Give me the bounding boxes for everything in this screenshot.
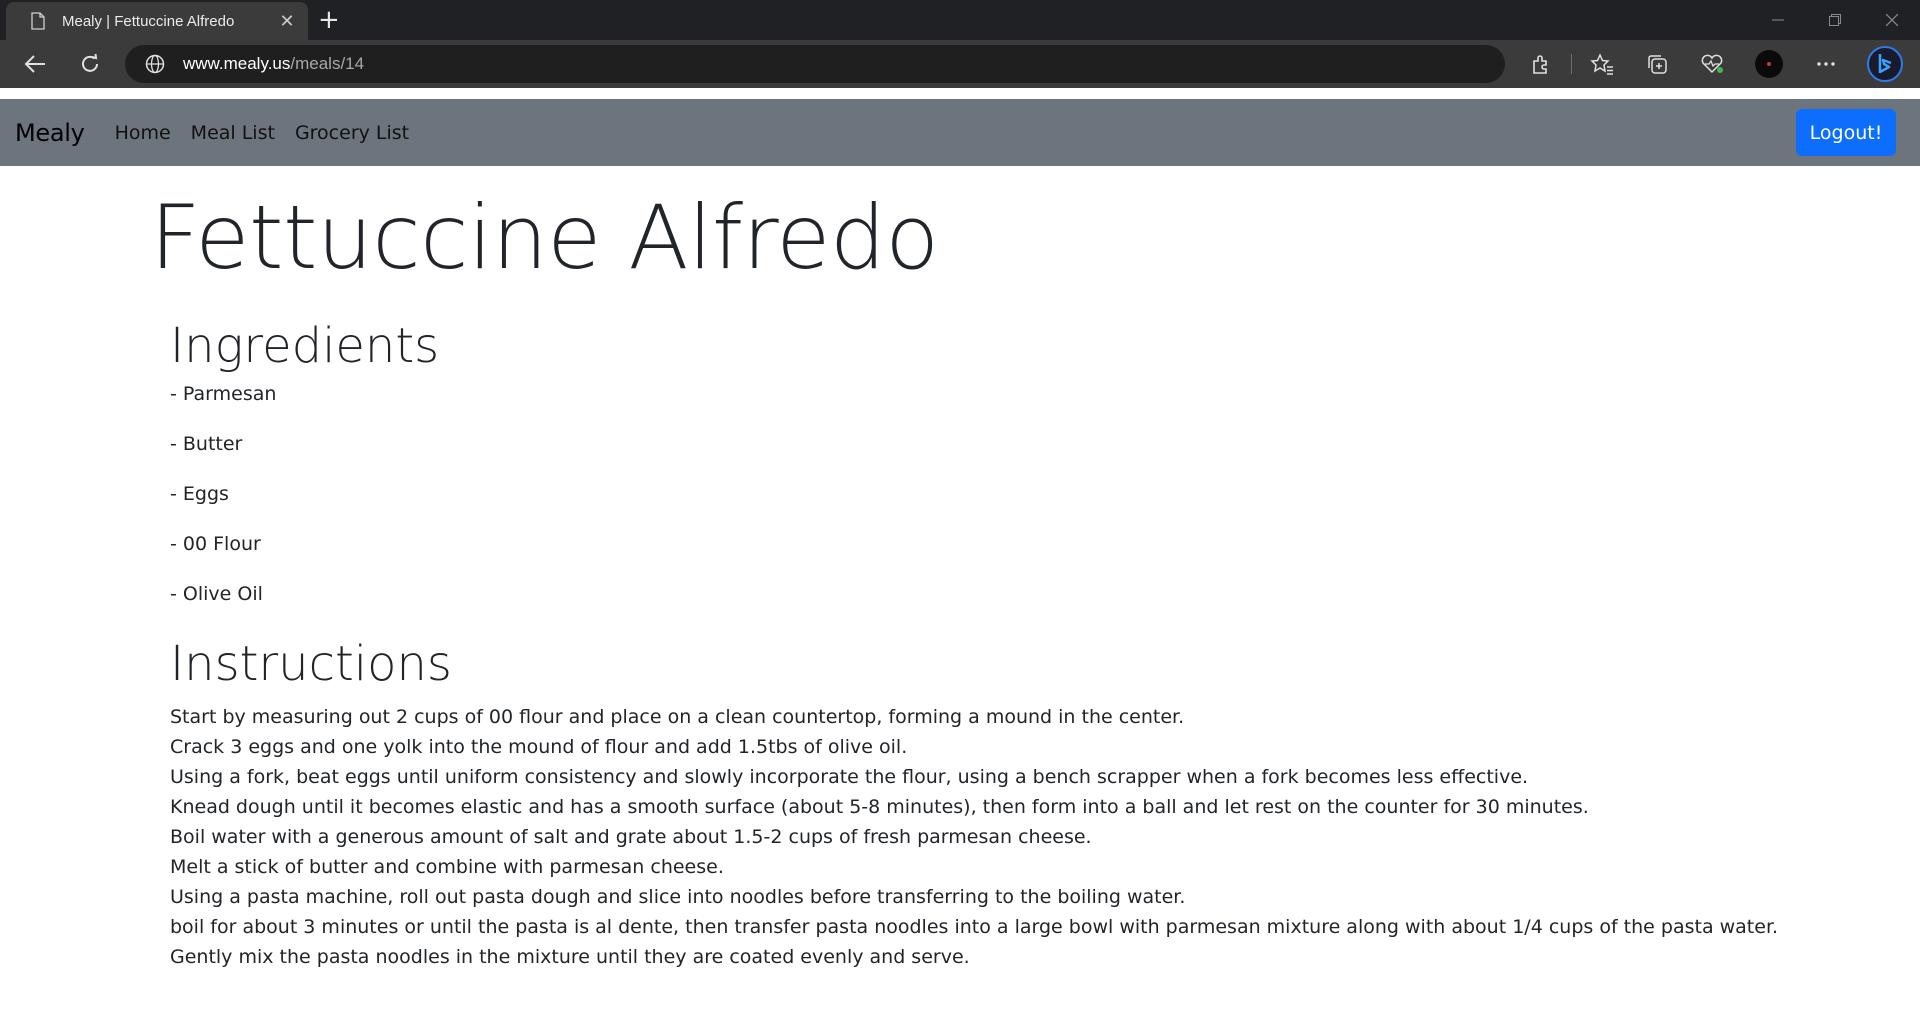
collections-icon[interactable] xyxy=(1643,50,1671,78)
instructions-section: Instructions Start by measuring out 2 cu… xyxy=(170,636,1778,972)
instruction-step: Knead dough until it becomes elastic and… xyxy=(170,796,1589,818)
brand-logo[interactable]: Mealy xyxy=(15,119,85,147)
globe-icon xyxy=(145,54,165,74)
extensions-icon[interactable] xyxy=(1527,50,1555,78)
instruction-step: boil for about 3 minutes or until the pa… xyxy=(170,916,1779,938)
window-controls xyxy=(1749,0,1920,40)
nav-link-home[interactable]: Home xyxy=(115,122,171,144)
refresh-icon[interactable] xyxy=(76,50,104,78)
instruction-step: Using a pasta machine, roll out pasta do… xyxy=(170,886,1186,908)
instructions-heading: Instructions xyxy=(170,636,452,692)
new-tab-icon[interactable]: + xyxy=(318,6,340,34)
bing-chat-icon[interactable] xyxy=(1867,46,1903,82)
instruction-step: Crack 3 eggs and one yolk into the mound… xyxy=(170,736,908,758)
nav-link-meal-list[interactable]: Meal List xyxy=(191,122,275,144)
browser-toolbar: www.mealy.us/meals/14 xyxy=(0,40,1920,88)
instruction-step: Gently mix the pasta noodles in the mixt… xyxy=(170,946,970,968)
nav-links: Home Meal List Grocery List xyxy=(115,122,430,144)
close-window-icon[interactable] xyxy=(1863,0,1920,40)
instruction-step: Boil water with a generous amount of sal… xyxy=(170,826,1092,848)
ingredient-item: - Olive Oil xyxy=(170,583,263,605)
minimize-icon[interactable] xyxy=(1749,0,1806,40)
instruction-step: Start by measuring out 2 cups of 00 flou… xyxy=(170,706,1185,728)
ingredient-list: - Parmesan - Butter - Eggs - 00 Flour - … xyxy=(170,382,439,632)
ingredient-item: - Butter xyxy=(170,433,243,455)
address-bar[interactable]: www.mealy.us/meals/14 xyxy=(125,45,1505,83)
url-text[interactable]: www.mealy.us/meals/14 xyxy=(183,54,364,74)
toolbar-divider xyxy=(1571,54,1572,74)
instruction-step: Using a fork, beat eggs until uniform co… xyxy=(170,766,1529,788)
ingredient-item: - 00 Flour xyxy=(170,533,261,555)
browser-tab-bar: Mealy | Fettuccine Alfredo ✕ + xyxy=(0,0,1920,40)
ingredients-heading: Ingredients xyxy=(170,318,440,374)
logout-button[interactable]: Logout! xyxy=(1796,109,1896,156)
favorites-icon[interactable] xyxy=(1588,50,1616,78)
back-arrow-icon[interactable] xyxy=(21,50,49,78)
profile-avatar[interactable] xyxy=(1755,50,1783,78)
ingredients-section: Ingredients - Parmesan - Butter - Eggs -… xyxy=(170,318,439,632)
browser-essentials-icon[interactable] xyxy=(1698,50,1726,78)
more-options-icon[interactable] xyxy=(1812,50,1840,78)
ingredient-item: - Parmesan xyxy=(170,383,277,405)
site-navbar: Mealy Home Meal List Grocery List Logout… xyxy=(0,99,1920,166)
restore-icon[interactable] xyxy=(1806,0,1863,40)
page-title: Fettuccine Alfredo xyxy=(150,186,939,289)
ingredient-item: - Eggs xyxy=(170,483,229,505)
nav-link-grocery-list[interactable]: Grocery List xyxy=(295,122,409,144)
instruction-list: Start by measuring out 2 cups of 00 flou… xyxy=(170,702,1778,972)
tab-title: Mealy | Fettuccine Alfredo xyxy=(62,12,235,30)
instruction-step: Melt a stick of butter and combine with … xyxy=(170,856,724,878)
close-tab-icon[interactable]: ✕ xyxy=(276,11,298,32)
chrome-divider xyxy=(0,88,1920,99)
browser-tab[interactable]: Mealy | Fettuccine Alfredo ✕ xyxy=(6,2,308,40)
page-icon xyxy=(31,12,45,30)
